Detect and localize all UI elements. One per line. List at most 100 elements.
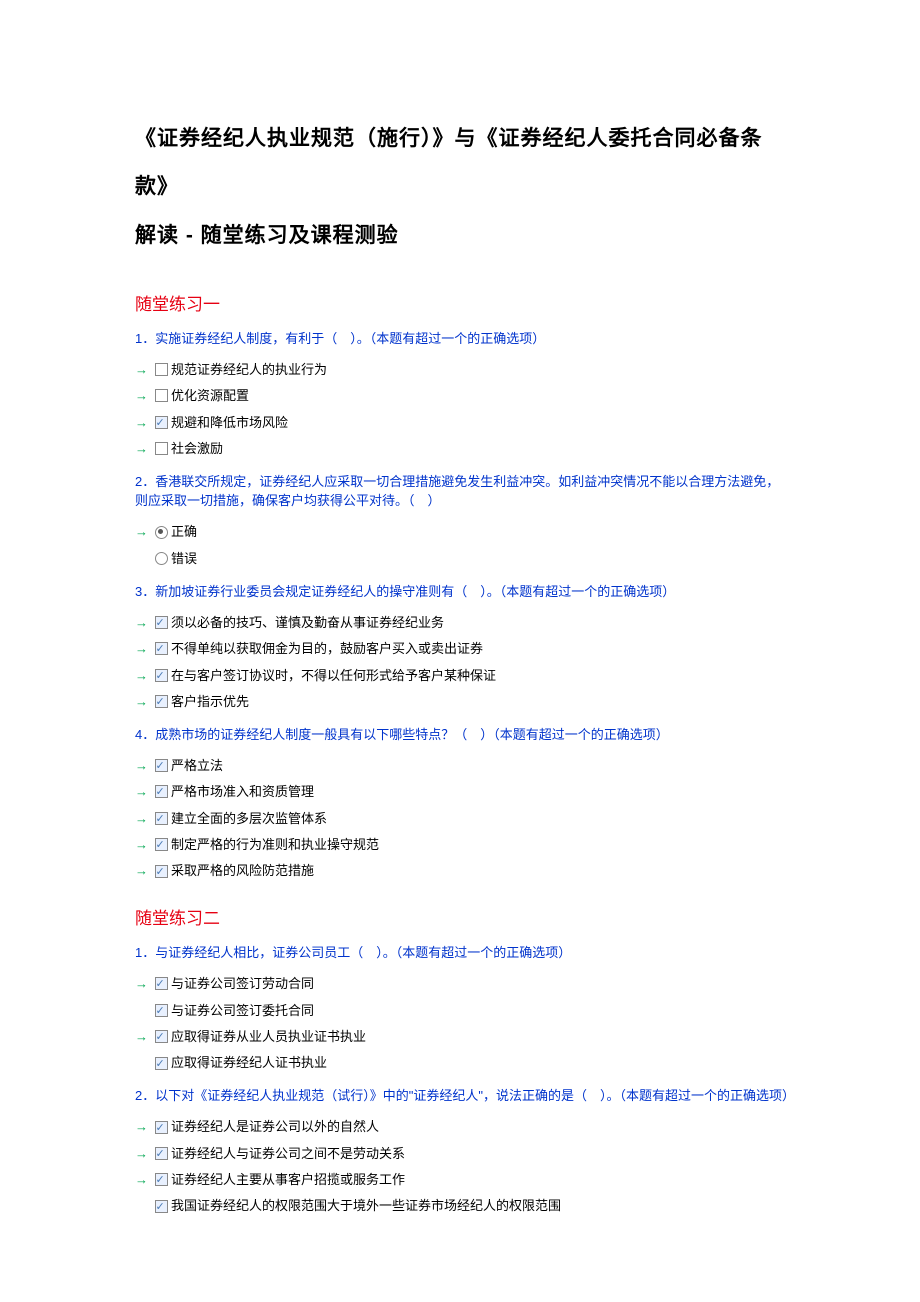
option-row: →证券经纪人主要从事客户招揽或服务工作 [135,1167,790,1193]
option-label: 制定严格的行为准则和执业操守规范 [169,833,790,856]
checkbox-input[interactable] [153,1173,169,1186]
correct-arrow-icon: → [135,694,148,709]
option-row: →须以必备的技巧、谨慎及勤奋从事证券经纪业务 [135,609,790,635]
checkbox-checked-icon [155,977,168,990]
title-line-1: 《证券经纪人执业规范（施行）》与《证券经纪人委托合同必备条款》 [135,127,763,198]
option-row: →规范证券经纪人的执业行为 [135,356,790,382]
title-line-2: 解读 - 随堂练习及课程测验 [135,224,399,247]
option-label: 严格立法 [169,754,790,777]
checkbox-input[interactable] [153,416,169,429]
option-row: →建立全面的多层次监管体系 [135,805,790,831]
question-text: 2．以下对《证券经纪人执业规范（试行）》中的"证券经纪人"，说法正确的是（ ）。… [135,1086,790,1106]
arrow-col: → [135,520,153,543]
arrow-col: → [135,664,153,687]
option-row: →严格市场准入和资质管理 [135,779,790,805]
arrow-col: → [135,637,153,660]
checkbox-checked-icon [155,695,168,708]
checkbox-input[interactable] [153,669,169,682]
arrow-col: → [135,807,153,830]
checkbox-checked-icon [155,1121,168,1134]
checkbox-input[interactable] [153,1147,169,1160]
option-row: →在与客户签订协议时，不得以任何形式给予客户某种保证 [135,662,790,688]
arrow-col: → [135,384,153,407]
option-label: 社会激励 [169,437,790,460]
checkbox-checked-icon [155,865,168,878]
option-label: 采取严格的风险防范措施 [169,859,790,882]
checkbox-input[interactable] [153,759,169,772]
checkbox-checked-icon [155,616,168,629]
question-text: 1．与证券经纪人相比，证券公司员工（ ）。（本题有超过一个的正确选项） [135,943,790,963]
question-text: 2．香港联交所规定，证券经纪人应采取一切合理措施避免发生利益冲突。如利益冲突情况… [135,472,790,511]
option-label: 规范证券经纪人的执业行为 [169,358,790,381]
option-row: 错误 [135,545,790,571]
option-label: 不得单纯以获取佣金为目的，鼓励客户买入或卖出证券 [169,637,790,660]
checkbox-input[interactable] [153,389,169,402]
option-row: →优化资源配置 [135,383,790,409]
radio-selected-icon [155,526,168,539]
correct-arrow-icon: → [135,1146,148,1161]
checkbox-checked-icon [155,1173,168,1186]
checkbox-input[interactable] [153,1004,169,1017]
checkbox-input[interactable] [153,865,169,878]
checkbox-checked-icon [155,785,168,798]
checkbox-input[interactable] [153,1200,169,1213]
question-text: 4．成熟市场的证券经纪人制度一般具有以下哪些特点？（ ）（本题有超过一个的正确选… [135,725,790,745]
checkbox-input[interactable] [153,838,169,851]
checkbox-input[interactable] [153,785,169,798]
checkbox-checked-icon [155,812,168,825]
arrow-col: → [135,1025,153,1048]
checkbox-input[interactable] [153,642,169,655]
checkbox-input[interactable] [153,977,169,990]
arrow-col: → [135,833,153,856]
checkbox-input[interactable] [153,1057,169,1070]
arrow-col: → [135,1142,153,1165]
checkbox-input[interactable] [153,1121,169,1134]
option-label: 与证券公司签订委托合同 [169,999,790,1022]
section-title: 随堂练习二 [135,904,790,929]
checkbox-checked-icon [155,416,168,429]
option-row: → 不得单纯以获取佣金为目的，鼓励客户买入或卖出证券 [135,636,790,662]
checkbox-input[interactable] [153,363,169,376]
arrow-col: → [135,1115,153,1138]
option-row: 应取得证券经纪人证书执业 [135,1050,790,1076]
arrow-col: → [135,1168,153,1191]
correct-arrow-icon: → [135,1119,148,1134]
correct-arrow-icon: → [135,668,148,683]
radio-input[interactable] [153,552,169,565]
arrow-col: → [135,411,153,434]
option-row: →应取得证券从业人员执业证书执业 [135,1024,790,1050]
correct-arrow-icon: → [135,1029,148,1044]
correct-arrow-icon: → [135,863,148,878]
option-row: → 采取严格的风险防范措施 [135,858,790,884]
checkbox-input[interactable] [153,616,169,629]
checkbox-checked-icon [155,1057,168,1070]
checkbox-input[interactable] [153,1030,169,1043]
question-text: 3．新加坡证券行业委员会规定证券经纪人的操守准则有（ ）。（本题有超过一个的正确… [135,582,790,602]
option-label: 规避和降低市场风险 [169,411,790,434]
checkbox-input[interactable] [153,695,169,708]
correct-arrow-icon: → [135,837,148,852]
checkbox-checked-icon [155,759,168,772]
option-row: 与证券公司签订委托合同 [135,997,790,1023]
checkbox-input[interactable] [153,812,169,825]
checkbox-checked-icon [155,838,168,851]
page-title: 《证券经纪人执业规范（施行）》与《证券经纪人委托合同必备条款》 解读 - 随堂练… [135,115,790,260]
checkbox-checked-icon [155,1200,168,1213]
option-row: →证券经纪人是证券公司以外的自然人 [135,1114,790,1140]
option-label: 客户指示优先 [169,690,790,713]
option-row: → 与证券公司签订劳动合同 [135,971,790,997]
arrow-col: → [135,972,153,995]
option-label: 应取得证券经纪人证书执业 [169,1051,790,1074]
question-text: 1．实施证券经纪人制度，有利于（ ）。（本题有超过一个的正确选项） [135,329,790,349]
radio-input[interactable] [153,526,169,539]
checkbox-input[interactable] [153,442,169,455]
checkbox-checked-icon [155,1147,168,1160]
checkbox-checked-icon [155,1030,168,1043]
arrow-col: → [135,690,153,713]
correct-arrow-icon: → [135,415,148,430]
checkbox-unchecked-icon [155,363,168,376]
option-row: →严格立法 [135,752,790,778]
option-row: → 客户指示优先 [135,688,790,714]
correct-arrow-icon: → [135,641,148,656]
option-label: 与证券公司签订劳动合同 [169,972,790,995]
